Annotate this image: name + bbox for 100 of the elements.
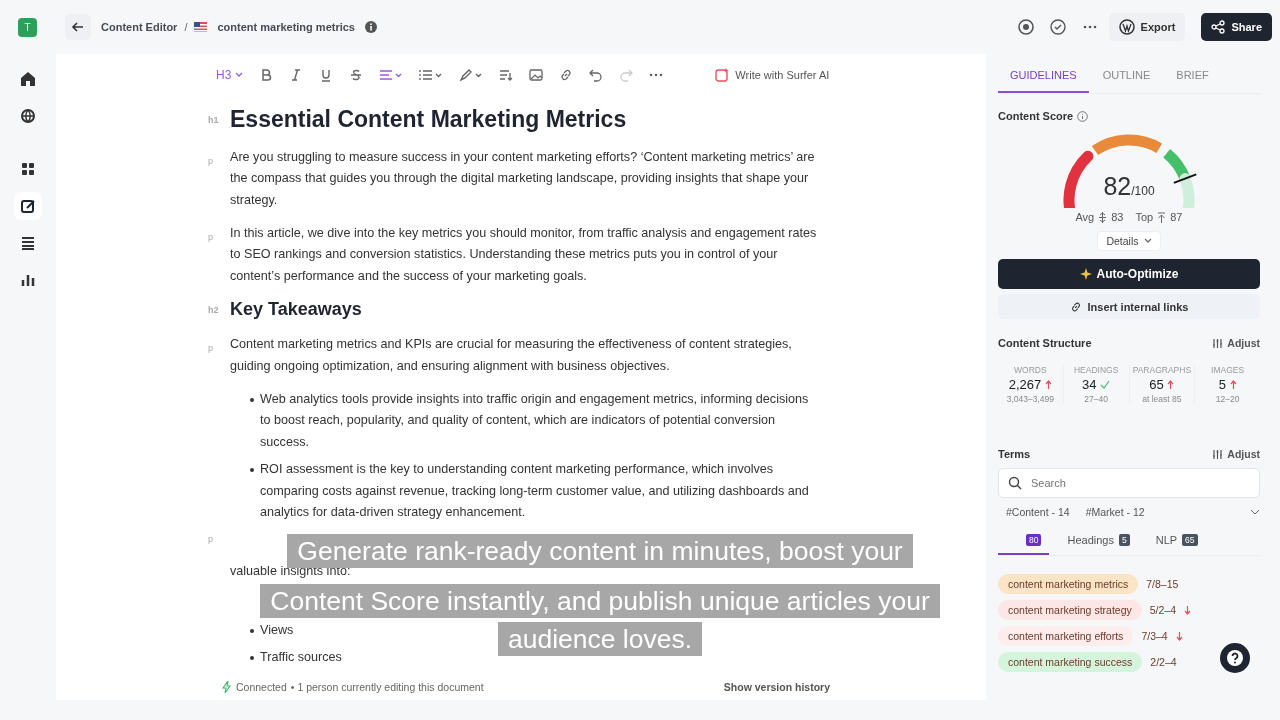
list-item: ROI assessment is the key to understanding content marketing performance, which involves comparing costs against revenue, tracking long-term customer value, and utilizing dashboards and analytics for data-driven strategy enhancement. — [260, 461, 810, 521]
bold-icon[interactable] — [259, 67, 274, 82]
sliders-icon — [1212, 337, 1224, 349]
chevron-down-icon — [235, 71, 244, 78]
bullet — [250, 468, 254, 473]
sparkle-icon — [715, 67, 730, 82]
panel-tab[interactable]: GUIDELINES — [998, 60, 1089, 93]
metric-range: 12–20 — [1214, 394, 1241, 404]
term-count: 7/8–15 — [1146, 578, 1179, 590]
paragraph: In this article, we dive into the key metrics you should monitor, from traffic analysis and engagement rates to SEO rankings and conversion statistics. Understanding these metrics puts you in control of your content’s performance and the success of your marketing goals. — [230, 224, 818, 285]
document-title: content marketing metrics — [217, 21, 355, 33]
flag-icon — [194, 22, 208, 32]
adjust-button[interactable]: Adjust — [1212, 337, 1260, 349]
average-score: 83 — [1111, 211, 1124, 223]
globe-icon — [18, 106, 38, 126]
metric-label: PARAGRAPHS — [1131, 365, 1193, 375]
strikethrough-icon[interactable] — [349, 67, 364, 82]
version-history-link[interactable]: Show version history — [717, 680, 836, 695]
share-icon — [1211, 20, 1226, 34]
insert-links-button[interactable]: Insert internal links — [998, 294, 1260, 319]
term-chip: content marketing success — [998, 652, 1143, 672]
check-icon — [1100, 380, 1111, 389]
term-count: 5/2–4 — [1149, 604, 1176, 616]
list-item: Traffic sources — [260, 649, 342, 667]
term-chip: content marketing strategy — [998, 600, 1142, 620]
top-score: 87 — [1170, 211, 1183, 223]
section-title: Content Structure — [998, 337, 1092, 349]
terms-tab[interactable]: 80 — [998, 530, 1050, 555]
block-type-label: h1 — [208, 114, 219, 125]
help-button[interactable] — [1220, 643, 1250, 673]
block-type-label: p — [208, 154, 213, 168]
top-label: Top — [1135, 211, 1154, 223]
metric-range: 27–40 — [1083, 394, 1109, 404]
arrow-up-icon — [1167, 380, 1175, 389]
metric-value: 5 — [1218, 377, 1226, 392]
check-circle-icon[interactable] — [1048, 18, 1067, 36]
terms-tab[interactable]: Headings 5 — [1059, 530, 1138, 555]
breadcrumb-separator: / — [184, 21, 188, 33]
adjust-button[interactable]: Adjust — [1212, 448, 1260, 460]
editing-status: • 1 person currently editing this document — [290, 681, 484, 694]
sparkle-icon — [1079, 268, 1092, 280]
link-icon[interactable] — [559, 67, 574, 82]
heading-2: Key Takeaways — [230, 299, 362, 321]
average-label: Avg — [1075, 211, 1095, 223]
image-icon[interactable] — [529, 67, 544, 82]
term-count: 7/3–4 — [1141, 630, 1168, 642]
target-icon[interactable] — [1016, 18, 1035, 36]
list-item: Views — [260, 621, 294, 639]
question-icon — [1226, 649, 1244, 667]
share-button[interactable]: Share — [1201, 13, 1272, 41]
term-count: 2/2–4 — [1150, 656, 1177, 668]
top-icon — [1157, 211, 1167, 223]
undo-icon[interactable] — [589, 67, 604, 82]
sidebar-item[interactable] — [17, 195, 39, 217]
content-score: 82/100 — [1103, 172, 1155, 201]
heading-dropdown[interactable]: H3 — [216, 67, 244, 82]
export-button[interactable]: Export — [1108, 13, 1186, 41]
topic-filter[interactable]: #Content - 14 — [1006, 506, 1070, 518]
section-title: Terms — [998, 448, 1031, 460]
search-field[interactable]: Search — [998, 468, 1260, 498]
home-icon — [18, 69, 38, 89]
search-icon — [1008, 476, 1022, 490]
terms-tab[interactable]: NLP 65 — [1147, 530, 1206, 555]
sliders-icon — [1212, 448, 1224, 460]
arrow-left-icon — [71, 20, 85, 34]
term-chip: content marketing metrics — [998, 574, 1139, 594]
metric-range: 3,043–3,499 — [1005, 394, 1055, 404]
block-type-label: p — [208, 230, 213, 244]
arrow-down-icon — [1175, 631, 1183, 641]
arrow-up-icon — [1044, 380, 1052, 389]
bullet — [250, 628, 254, 633]
metric-value: 2,267 — [1008, 377, 1042, 392]
paragraph: Are you struggling to measure success in your content marketing efforts? ‘Content marketing metrics’ are the compass that guides you through the digital marketing landscape, providing insights that shape your strategy. — [230, 148, 816, 209]
sort-icon[interactable] — [499, 67, 514, 82]
arrow-down-icon — [1184, 605, 1191, 615]
bullet — [250, 397, 254, 402]
arrow-up-icon — [1229, 380, 1237, 389]
info-icon[interactable] — [365, 21, 377, 33]
info-icon[interactable] — [1077, 110, 1089, 122]
gauge-track — [1179, 173, 1195, 208]
chevron-down-icon[interactable] — [1250, 507, 1260, 517]
details-dropdown[interactable]: Details — [1097, 231, 1161, 251]
align-icon[interactable] — [379, 67, 404, 82]
chevron-down-icon — [1143, 238, 1152, 244]
metric-label: WORDS — [1013, 365, 1048, 375]
block-type-label: h2 — [208, 305, 219, 316]
term-chip: content marketing efforts — [998, 626, 1134, 646]
topic-filter[interactable]: #Market - 12 — [1085, 506, 1145, 518]
highlighter-icon[interactable] — [459, 67, 484, 82]
wordpress-icon — [1118, 19, 1135, 35]
surfer-ai-button[interactable]: Write with Surfer AI — [709, 66, 836, 83]
gauge-needle — [1172, 173, 1198, 184]
back-button[interactable] — [65, 14, 91, 40]
block-type-label: p — [208, 342, 213, 356]
numbered-list-icon[interactable] — [419, 67, 444, 82]
metric-range: at least 85 — [1141, 394, 1183, 404]
metric-value: 34 — [1082, 377, 1097, 392]
auto-optimize-button[interactable]: Auto-Optimize — [998, 259, 1260, 289]
list-item: Web analytics tools provide insights into traffic origin and engagement metrics, informing decisions to boost reach, popularity, and quality of content, which are indicators of potential conversion success. — [260, 390, 810, 451]
breadcrumb-link[interactable]: Content Editor — [101, 21, 178, 33]
